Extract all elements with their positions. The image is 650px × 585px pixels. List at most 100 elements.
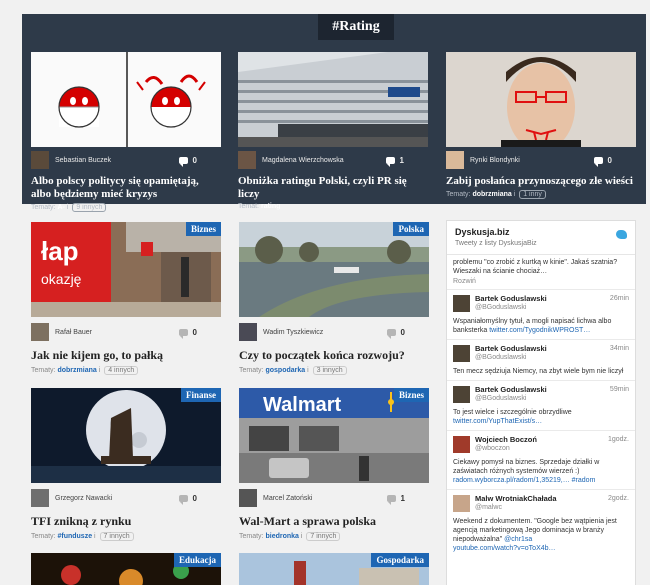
author-name[interactable]: Rafał Bauer	[55, 329, 179, 336]
twitter-bird-icon[interactable]	[616, 230, 627, 239]
avatar[interactable]	[453, 295, 470, 312]
article-title[interactable]: Zabij posłańca przynoszącego złe wieści	[446, 175, 636, 188]
author-name[interactable]: Magdalena Wierzchowska	[262, 157, 386, 164]
comment-count[interactable]: 0	[593, 156, 612, 167]
avatar[interactable]	[453, 386, 470, 403]
article-thumbnail[interactable]	[31, 52, 221, 147]
article-card[interactable]: Edukacja	[31, 553, 221, 585]
tag-link[interactable]: rating	[261, 203, 280, 210]
category-badge[interactable]: Finanse	[180, 388, 221, 402]
article-thumbnail[interactable]	[238, 52, 428, 147]
tag-link[interactable]: biedronka	[265, 533, 298, 540]
tweet-author[interactable]: Malw WrotniakChałada	[475, 494, 629, 503]
tweet-time[interactable]: 1godz.	[608, 436, 629, 443]
expand-link[interactable]: Rozwiń	[453, 278, 629, 285]
article-title[interactable]: Albo polscy politycy się opamiętają, alb…	[31, 175, 221, 201]
avatar[interactable]	[453, 436, 470, 453]
comment-count[interactable]: 1	[385, 156, 404, 167]
avatar[interactable]	[453, 495, 470, 512]
tweet-link[interactable]: radom.wyborcza.pl/radom/1,35219,… #radom	[453, 477, 595, 484]
article-card[interactable]: łap okazję Biznes Rafał Bauer 0 Jak nie …	[31, 222, 221, 375]
tweet-handle[interactable]: @BGoduslawski	[475, 395, 629, 402]
comment-count[interactable]: 0	[386, 328, 405, 339]
tag-link[interactable]: #fundusze	[57, 533, 92, 540]
tag-link[interactable]: gospodarka	[265, 367, 305, 374]
more-tags-button[interactable]: 1 inny	[519, 190, 546, 199]
avatar[interactable]	[238, 151, 256, 169]
category-badge[interactable]: Edukacja	[173, 553, 221, 567]
category-badge[interactable]: Biznes	[393, 388, 429, 402]
article-card[interactable]: Polska Wadim Tyszkiewicz 0 Czy to począt…	[239, 222, 429, 375]
tag-link[interactable]: dobrzmiana	[472, 191, 511, 198]
tweet-link[interactable]: youtube.com/watch?v=oToX4b…	[453, 545, 556, 552]
more-tags-button[interactable]: 7 innych	[99, 532, 134, 541]
tweet-time[interactable]: 34min	[610, 345, 629, 352]
tweet-time[interactable]: 2godz.	[608, 495, 629, 502]
tweet-author[interactable]: Bartek Goduslawski	[475, 385, 629, 394]
category-badge[interactable]: Polska	[393, 222, 429, 236]
article-thumbnail[interactable]	[446, 52, 636, 147]
more-tags-button[interactable]: 9 innych	[72, 203, 107, 212]
twitter-subtitle: Tweety z listy DyskusjaBiz	[455, 240, 537, 247]
twitter-title[interactable]: Dyskusja.biz	[455, 227, 627, 237]
avatar[interactable]	[239, 489, 257, 507]
author-name[interactable]: Grzegorz Nawacki	[55, 495, 179, 502]
tweet-mention[interactable]: @chr1sa	[504, 536, 532, 543]
comment-count[interactable]: 1	[386, 494, 405, 505]
tweet-handle[interactable]: @BGoduslawski	[475, 304, 629, 311]
rating-card[interactable]: Rynki Blondynki 0 Zabij posłańca przynos…	[446, 52, 636, 199]
article-card[interactable]: Gospodarka	[239, 553, 429, 585]
article-card[interactable]: Finanse Grzegorz Nawacki 0 TFI znikną z …	[31, 388, 221, 541]
category-badge[interactable]: Biznes	[185, 222, 221, 236]
tweet-handle[interactable]: @BGoduslawski	[475, 354, 629, 361]
tweet-item: Bartek Goduslawski @BGoduslawski 34min Te…	[447, 340, 635, 381]
rating-card[interactable]: Sebastian Buczek 0 Albo polscy politycy …	[31, 52, 221, 212]
tweet-time[interactable]: 59min	[610, 386, 629, 393]
article-tags: Temat: rating	[238, 203, 281, 210]
author-name[interactable]: Sebastian Buczek	[55, 157, 179, 164]
comment-icon	[178, 156, 188, 167]
article-title[interactable]: Czy to początek końca rozwoju?	[239, 348, 429, 363]
article-title[interactable]: Jak nie kijem go, to pałką	[31, 348, 221, 363]
tweet-author[interactable]: Wojciech Boczoń	[475, 435, 629, 444]
comment-count[interactable]: 0	[178, 156, 197, 167]
tweet-handle[interactable]: @wboczon	[475, 445, 629, 452]
tweet-link[interactable]: twitter.com/YupThatExist/s…	[453, 418, 542, 425]
tweet-author[interactable]: Bartek Goduslawski	[475, 294, 629, 303]
avatar[interactable]	[31, 323, 49, 341]
rating-tag[interactable]: #Rating	[318, 14, 394, 40]
tweet-author[interactable]: Bartek Goduslawski	[475, 344, 629, 353]
avatar[interactable]	[239, 323, 257, 341]
article-thumbnail[interactable]: łap okazję Biznes	[31, 222, 221, 317]
article-title[interactable]: Obniżka ratingu Polski, czyli PR się lic…	[238, 175, 428, 201]
more-tags-button[interactable]: 3 innych	[312, 366, 347, 375]
avatar[interactable]	[453, 345, 470, 362]
article-thumbnail[interactable]: Polska	[239, 222, 429, 317]
more-tags-button[interactable]: 4 innych	[104, 366, 139, 375]
tweet-link[interactable]: twitter.com/TygodnikWPROST…	[489, 327, 590, 334]
article-title[interactable]: Wal-Mart a sprawa polska	[239, 514, 429, 529]
rating-card[interactable]: Magdalena Wierzchowska 1 Obniżka ratingu…	[238, 52, 428, 210]
tweet-handle[interactable]: @malwc	[475, 504, 629, 511]
article-tags: Tematy: gospodarka i 3 innych	[239, 366, 429, 375]
comment-count[interactable]: 0	[178, 494, 197, 505]
more-tags-button[interactable]: 7 innych	[306, 532, 341, 541]
avatar[interactable]	[31, 489, 49, 507]
category-badge[interactable]: Gospodarka	[371, 553, 429, 567]
author-name[interactable]: Marcel Zatoński	[263, 495, 387, 502]
author-name[interactable]: Wadim Tyszkiewicz	[263, 329, 387, 336]
article-thumbnail[interactable]: Walmart Biznes	[239, 388, 429, 483]
article-thumbnail[interactable]: Gospodarka	[239, 553, 429, 585]
article-thumbnail[interactable]: Finanse	[31, 388, 221, 483]
article-tags: Tematy: dobrzmiana i 4 innych	[31, 366, 221, 375]
tag-link[interactable]: A-	[57, 204, 64, 211]
article-thumbnail[interactable]: Edukacja	[31, 553, 221, 585]
article-title[interactable]: TFI znikną z rynku	[31, 514, 221, 529]
author-name[interactable]: Rynki Blondynki	[470, 157, 594, 164]
avatar[interactable]	[31, 151, 49, 169]
tag-link[interactable]: dobrzmiana	[57, 367, 96, 374]
tweet-time[interactable]: 26min	[610, 295, 629, 302]
avatar[interactable]	[446, 151, 464, 169]
comment-count[interactable]: 0	[178, 328, 197, 339]
article-card[interactable]: Walmart Biznes Marcel Zatoński 1 Wal-Mar…	[239, 388, 429, 541]
